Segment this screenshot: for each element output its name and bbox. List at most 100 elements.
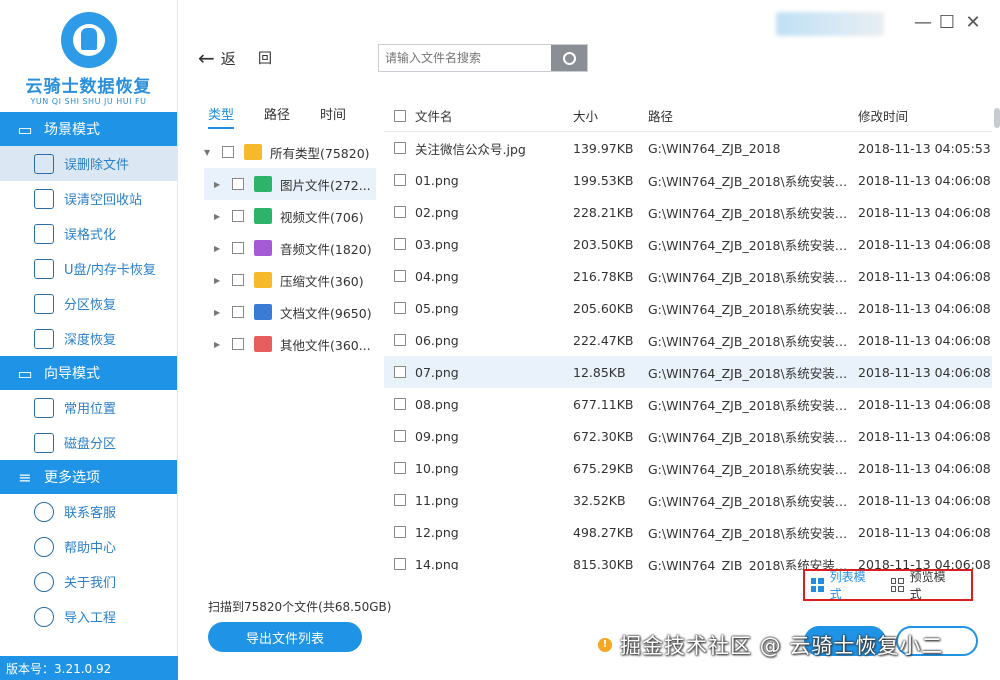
user-avatar[interactable]: [776, 12, 884, 36]
audio-icon: [254, 240, 272, 256]
col-name[interactable]: 文件名: [415, 106, 453, 125]
collapsed-arrow-icon[interactable]: ▶: [214, 244, 224, 253]
table-row[interactable]: 06.png 222.47KB G:\WIN764_ZJB_2018\系统安装-..…: [384, 324, 992, 356]
col-path[interactable]: 路径: [648, 106, 858, 125]
sidebar-item[interactable]: 深度恢复: [0, 321, 177, 356]
warning-icon: !: [598, 638, 612, 652]
collapsed-arrow-icon[interactable]: ▶: [214, 308, 224, 317]
tree-checkbox[interactable]: [232, 178, 244, 190]
back-button[interactable]: ← 返: [198, 46, 236, 70]
tree-checkbox[interactable]: [232, 338, 244, 350]
tree-row[interactable]: ▶ 文档文件(9650): [204, 296, 376, 328]
tab-type[interactable]: 类型: [208, 104, 235, 129]
sidebar-item[interactable]: 关于我们: [0, 564, 177, 599]
table-row[interactable]: 08.png 677.11KB G:\WIN764_ZJB_2018\系统安装-..…: [384, 388, 992, 420]
tree-row-label: 文档文件(9650): [280, 305, 372, 321]
row-checkbox[interactable]: [394, 430, 406, 442]
table-row[interactable]: 03.png 203.50KB G:\WIN764_ZJB_2018\系统安装-..…: [384, 228, 992, 260]
sidebar-item[interactable]: 联系客服: [0, 494, 177, 529]
sidebar-item[interactable]: 导入工程: [0, 599, 177, 634]
version-label: 版本号：3.21.0.92: [0, 656, 178, 680]
row-checkbox[interactable]: [394, 558, 406, 570]
list-scrollbar[interactable]: [994, 108, 1000, 128]
logo-icon: [60, 12, 117, 68]
sidebar-item[interactable]: 帮助中心: [0, 529, 177, 564]
minimize-icon[interactable]: —: [914, 14, 932, 32]
col-size[interactable]: 大小: [573, 106, 648, 125]
tree-row[interactable]: ▶ 音频文件(1820): [204, 232, 376, 264]
sidebar-item[interactable]: 误格式化: [0, 216, 177, 251]
sidebar-item[interactable]: 分区恢复: [0, 286, 177, 321]
sidebar-item[interactable]: 误删除文件: [0, 146, 177, 181]
collapsed-arrow-icon[interactable]: ▶: [214, 212, 224, 221]
table-row[interactable]: 14.png 815.30KB G:\WIN764_ZJB_2018\系统安装-..…: [384, 548, 992, 570]
table-row[interactable]: 01.png 199.53KB G:\WIN764_ZJB_2018\系统安装-..…: [384, 164, 992, 196]
table-row[interactable]: 10.png 675.29KB G:\WIN764_ZJB_2018\系统安装-..…: [384, 452, 992, 484]
row-checkbox[interactable]: [394, 494, 406, 506]
close-icon[interactable]: ✕: [964, 14, 982, 32]
table-row[interactable]: 关注微信公众号.jpg 139.97KB G:\WIN764_ZJB_2018 201…: [384, 132, 992, 164]
scene-icon: ▭: [17, 119, 33, 139]
search-input[interactable]: [379, 45, 551, 71]
preview-mode-button[interactable]: 预览模式: [891, 568, 953, 602]
select-all-checkbox[interactable]: [394, 109, 406, 122]
sidebar-item-label: 误删除文件: [64, 158, 130, 173]
tree-row[interactable]: ▶ 图片文件(272...: [204, 168, 376, 200]
sidebar-item[interactable]: U盘/内存卡恢复: [0, 251, 177, 286]
table-row[interactable]: 05.png 205.60KB G:\WIN764_ZJB_2018\系统安装-..…: [384, 292, 992, 324]
row-checkbox[interactable]: [394, 206, 406, 218]
row-checkbox[interactable]: [394, 366, 406, 378]
row-checkbox[interactable]: [394, 142, 406, 154]
file-time: 2018-11-13 04:06:08: [858, 172, 991, 188]
row-checkbox[interactable]: [394, 302, 406, 314]
app-logo: 云骑士数据恢复 YUN QI SHI SHU JU HUI FU: [0, 0, 177, 112]
collapsed-arrow-icon[interactable]: ▶: [214, 340, 224, 349]
file-path: G:\WIN764_ZJB_2018\系统安装-...: [648, 525, 852, 541]
file-path: G:\WIN764_ZJB_2018\系统安装-...: [648, 365, 852, 381]
expanded-arrow-icon[interactable]: ▼: [204, 148, 214, 157]
sidebar-item[interactable]: 常用位置: [0, 390, 177, 425]
table-row[interactable]: 11.png 32.52KB G:\WIN764_ZJB_2018\系统安装-...…: [384, 484, 992, 516]
table-row[interactable]: 07.png 12.85KB G:\WIN764_ZJB_2018\系统安装-...…: [384, 356, 992, 388]
collapsed-arrow-icon[interactable]: ▶: [214, 180, 224, 189]
tab-path[interactable]: 路径: [264, 104, 290, 129]
tree-row[interactable]: ▶ 其他文件(360...: [204, 328, 376, 360]
section-title: 向导模式: [44, 366, 100, 382]
export-list-button[interactable]: 导出文件列表: [208, 622, 362, 652]
tree-checkbox[interactable]: [232, 242, 244, 254]
file-size: 498.27KB: [573, 524, 634, 540]
row-checkbox[interactable]: [394, 398, 406, 410]
tree-row-label: 视频文件(706): [280, 209, 364, 225]
archive-icon: [254, 272, 272, 288]
row-checkbox[interactable]: [394, 238, 406, 250]
list-mode-button[interactable]: 列表模式: [811, 568, 873, 602]
sidebar-item[interactable]: 磁盘分区: [0, 425, 177, 460]
row-checkbox[interactable]: [394, 462, 406, 474]
tree-row-label: 压缩文件(360): [280, 273, 364, 289]
tree-checkbox[interactable]: [232, 306, 244, 318]
search-button[interactable]: [551, 45, 587, 71]
table-row[interactable]: 09.png 672.30KB G:\WIN764_ZJB_2018\系统安装-..…: [384, 420, 992, 452]
table-row[interactable]: 02.png 228.21KB G:\WIN764_ZJB_2018\系统安装-..…: [384, 196, 992, 228]
preview-mode-label: 预览模式: [909, 570, 946, 601]
col-time[interactable]: 修改时间: [858, 106, 992, 125]
file-time: 2018-11-13 04:06:08: [858, 428, 991, 444]
row-checkbox[interactable]: [394, 174, 406, 186]
tree-row[interactable]: ▶ 视频文件(706): [204, 200, 376, 232]
sidebar-item[interactable]: 误清空回收站: [0, 181, 177, 216]
row-checkbox[interactable]: [394, 526, 406, 538]
collapsed-arrow-icon[interactable]: ▶: [214, 276, 224, 285]
return-label[interactable]: 回: [258, 48, 272, 68]
tree-row[interactable]: ▼ 所有类型(75820): [204, 136, 376, 168]
tree-checkbox[interactable]: [232, 210, 244, 222]
tree-row[interactable]: ▶ 压缩文件(360): [204, 264, 376, 296]
tree-checkbox[interactable]: [222, 146, 234, 158]
table-row[interactable]: 04.png 216.78KB G:\WIN764_ZJB_2018\系统安装-..…: [384, 260, 992, 292]
row-checkbox[interactable]: [394, 334, 406, 346]
maximize-icon[interactable]: ☐: [938, 14, 956, 32]
tab-time[interactable]: 时间: [320, 104, 346, 129]
sidebar-item-label: 误格式化: [64, 228, 117, 243]
tree-checkbox[interactable]: [232, 274, 244, 286]
table-row[interactable]: 12.png 498.27KB G:\WIN764_ZJB_2018\系统安装-..…: [384, 516, 992, 548]
row-checkbox[interactable]: [394, 270, 406, 282]
